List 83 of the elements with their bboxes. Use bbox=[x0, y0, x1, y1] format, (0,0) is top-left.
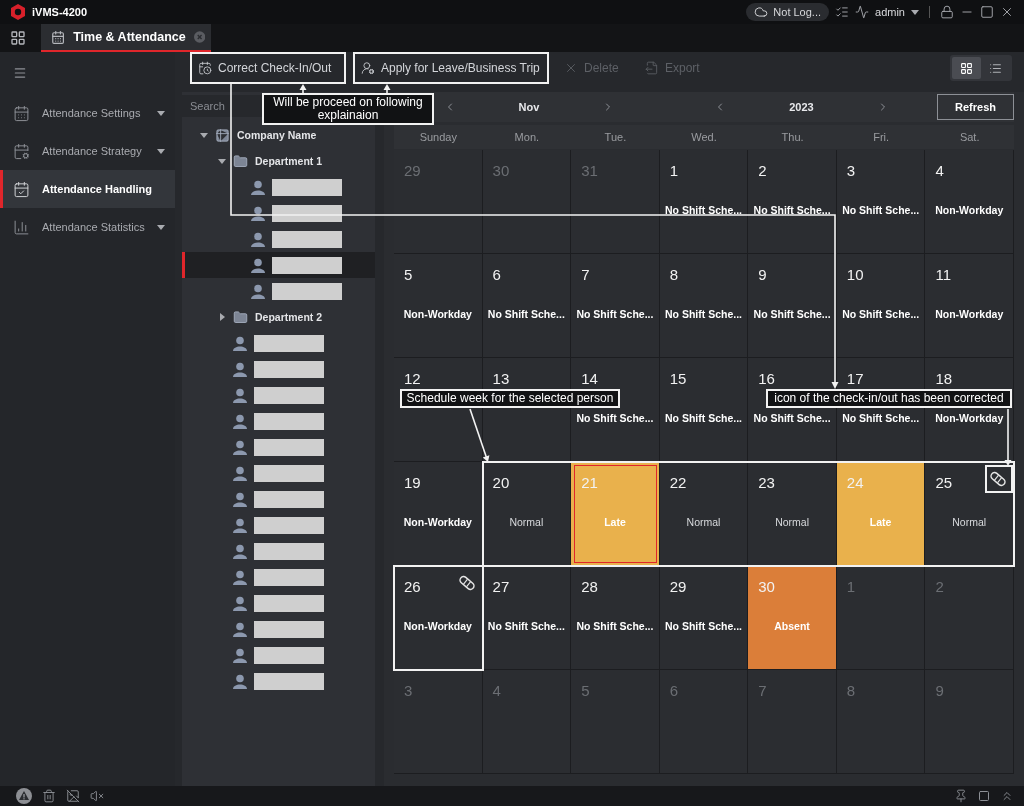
attendance-status: No Shift Sche... bbox=[576, 412, 654, 424]
year-label: 2023 bbox=[789, 101, 814, 113]
attendance-status: No Shift Sche... bbox=[665, 308, 742, 320]
day-number: 24 bbox=[846, 474, 864, 492]
attendance-status: Normal bbox=[952, 516, 987, 528]
attendance-status: Non-Workday bbox=[403, 516, 472, 528]
attendance-status: Normal bbox=[686, 516, 721, 528]
day-number: 7 bbox=[581, 266, 590, 284]
day-number: 6 bbox=[669, 682, 679, 700]
day-number: 3 bbox=[846, 162, 856, 180]
day-number: 15 bbox=[669, 370, 687, 388]
day-number: 2 bbox=[758, 162, 767, 180]
day-number: 26 bbox=[404, 578, 421, 596]
day-number: 22 bbox=[669, 474, 687, 492]
day-number: 5 bbox=[404, 266, 413, 284]
day-number: 2 bbox=[935, 578, 944, 596]
day-number: 21 bbox=[581, 474, 598, 492]
day-number: 14 bbox=[581, 370, 598, 388]
attendance-status: No Shift Sche... bbox=[576, 620, 654, 632]
attendance-status: No Shift Sche... bbox=[665, 620, 742, 632]
day-number: 9 bbox=[935, 682, 944, 700]
day-number: 19 bbox=[404, 474, 421, 492]
day-number: 31 bbox=[581, 162, 598, 180]
day-number: 4 bbox=[935, 162, 944, 180]
day-number: 9 bbox=[758, 266, 767, 284]
attendance-status: Non-Workday bbox=[403, 308, 472, 320]
attendance-status: No Shift Sche... bbox=[753, 412, 831, 424]
day-number: 5 bbox=[581, 682, 590, 700]
month-label: Nov bbox=[518, 101, 540, 113]
attendance-status: No Shift Sche... bbox=[576, 308, 654, 320]
day-number: 7 bbox=[758, 682, 767, 700]
weekday-label: Fri. bbox=[872, 131, 891, 143]
attendance-status: No Shift Sche... bbox=[842, 412, 920, 424]
day-number: 29 bbox=[404, 162, 421, 180]
attendance-status: No Shift Sche... bbox=[842, 308, 920, 320]
weekday-label: Tue. bbox=[603, 131, 628, 143]
weekday-label: Sunday bbox=[418, 131, 458, 143]
day-number: 17 bbox=[846, 370, 864, 388]
day-number: 16 bbox=[758, 370, 775, 388]
annotation-tooltip: icon of the check-in/out has been corrected bbox=[766, 389, 1012, 408]
day-number: 3 bbox=[404, 682, 413, 700]
attendance-status: Late bbox=[869, 516, 892, 528]
attendance-status: No Shift Sche... bbox=[665, 204, 742, 216]
weekday-label: Sat. bbox=[958, 131, 981, 143]
annotation-tooltip: Schedule week for the selected person bbox=[400, 389, 620, 408]
day-number: 13 bbox=[492, 370, 510, 388]
day-number: 4 bbox=[492, 682, 501, 700]
attendance-status: Non-Workday bbox=[935, 204, 1004, 216]
attendance-status: No Shift Sche... bbox=[753, 308, 831, 320]
day-number: 29 bbox=[669, 578, 687, 596]
annotation-tooltip: Will be proceed on following explainaion bbox=[262, 93, 434, 125]
day-number: 27 bbox=[492, 578, 510, 596]
day-number: 25 bbox=[935, 474, 953, 492]
day-number: 11 bbox=[935, 266, 951, 284]
weekday-label: Wed. bbox=[690, 131, 718, 143]
attendance-status: Absent bbox=[774, 620, 810, 632]
weekday-label: Thu. bbox=[780, 131, 805, 143]
day-number: 20 bbox=[492, 474, 510, 492]
day-number: 8 bbox=[846, 682, 856, 700]
app-title: iVMS-4200 bbox=[32, 6, 88, 18]
day-number: 30 bbox=[758, 578, 775, 596]
day-number: 23 bbox=[758, 474, 775, 492]
attendance-status: Non-Workday bbox=[935, 308, 1004, 320]
day-number: 10 bbox=[846, 266, 864, 284]
attendance-status: No Shift Sche... bbox=[487, 308, 565, 320]
day-number: 18 bbox=[935, 370, 953, 388]
day-number: 8 bbox=[669, 266, 679, 284]
day-number: 30 bbox=[492, 162, 510, 180]
attendance-status: No Shift Sche... bbox=[665, 412, 742, 424]
attendance-status: No Shift Sche... bbox=[487, 620, 565, 632]
day-number: 28 bbox=[581, 578, 598, 596]
attendance-status: Normal bbox=[775, 516, 809, 528]
day-number: 12 bbox=[404, 370, 421, 388]
attendance-status: Late bbox=[604, 516, 626, 528]
attendance-status: No Shift Sche... bbox=[842, 204, 920, 216]
day-number: 1 bbox=[846, 578, 856, 596]
attendance-status: No Shift Sche... bbox=[753, 204, 831, 216]
attendance-status: Non-Workday bbox=[403, 620, 472, 632]
day-number: 1 bbox=[669, 162, 679, 180]
day-number: 6 bbox=[492, 266, 501, 284]
attendance-status: Non-Workday bbox=[935, 412, 1004, 424]
weekday-label: Mon. bbox=[513, 131, 541, 143]
attendance-status: Normal bbox=[509, 516, 544, 528]
